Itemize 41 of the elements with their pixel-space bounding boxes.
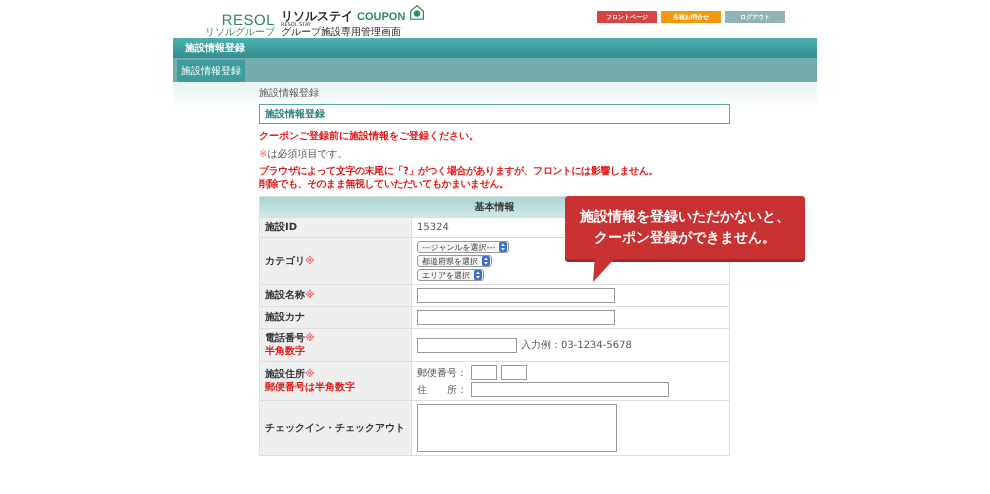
notice-text: クーポンご登録前に施設情報をご登録ください。: [259, 130, 480, 143]
field-label: 施設名称※: [265, 289, 316, 302]
field-note: 半角数字: [265, 345, 306, 358]
field-label: 施設カナ: [265, 311, 306, 324]
zip-input[interactable]: [501, 365, 527, 380]
field-label: 電話番号※: [265, 332, 316, 345]
field-label: 施設住所※: [265, 368, 316, 381]
address-label: 住 所：: [417, 384, 467, 396]
input-example: 入力例：03-1234-5678: [521, 338, 632, 352]
field-label: 施設ID: [265, 221, 298, 234]
field-label: チェックイン・チェックアウト: [265, 422, 406, 434]
brand-tagline: リソルグループ: [205, 28, 275, 38]
select-dropdown[interactable]: ---ジャンルを選択---: [417, 241, 510, 253]
warning-text: 削除でも、そのまま無視していただいてもかまいません。: [259, 178, 509, 191]
select-dropdown[interactable]: エリアを選択: [417, 269, 484, 281]
select-dropdown[interactable]: 都道府県を選択: [417, 255, 492, 267]
zip-label: 郵便番号：: [417, 366, 467, 380]
updown-caret-icon: [499, 242, 508, 252]
product-name: リソルステイ: [281, 10, 353, 22]
page-title: 施設情報登録: [259, 104, 730, 124]
nav-tab[interactable]: 施設情報登録: [177, 60, 245, 82]
zip-input[interactable]: [471, 365, 497, 380]
text-input[interactable]: [417, 288, 615, 303]
warning-text: ブラウザによって文字の末尾に「?」がつく場合がありますが、フロントには影響しません。: [259, 165, 658, 178]
admin-subtitle: グループ施設専用管理画面: [281, 28, 402, 38]
phone-input[interactable]: [417, 338, 517, 352]
text-input[interactable]: [417, 310, 615, 325]
required-note: ※は必須項目です。: [259, 148, 348, 161]
callout-text: クーポン登録ができません。: [594, 228, 776, 248]
title-bar: 施設情報登録: [173, 38, 817, 58]
updown-caret-icon: [482, 256, 490, 266]
house-logo-icon: [409, 4, 426, 20]
field-note: 郵便番号は半角数字: [265, 381, 356, 394]
field-value: 15324: [417, 222, 450, 233]
field-label: カテゴリ※: [265, 254, 316, 268]
breadcrumb: 施設情報登録: [259, 86, 320, 100]
product-tag: COUPON: [357, 12, 406, 23]
text-area[interactable]: [417, 404, 617, 452]
address-input[interactable]: [471, 382, 669, 397]
updown-caret-icon: [474, 270, 482, 280]
brand-logo: RESOL: [222, 13, 275, 28]
